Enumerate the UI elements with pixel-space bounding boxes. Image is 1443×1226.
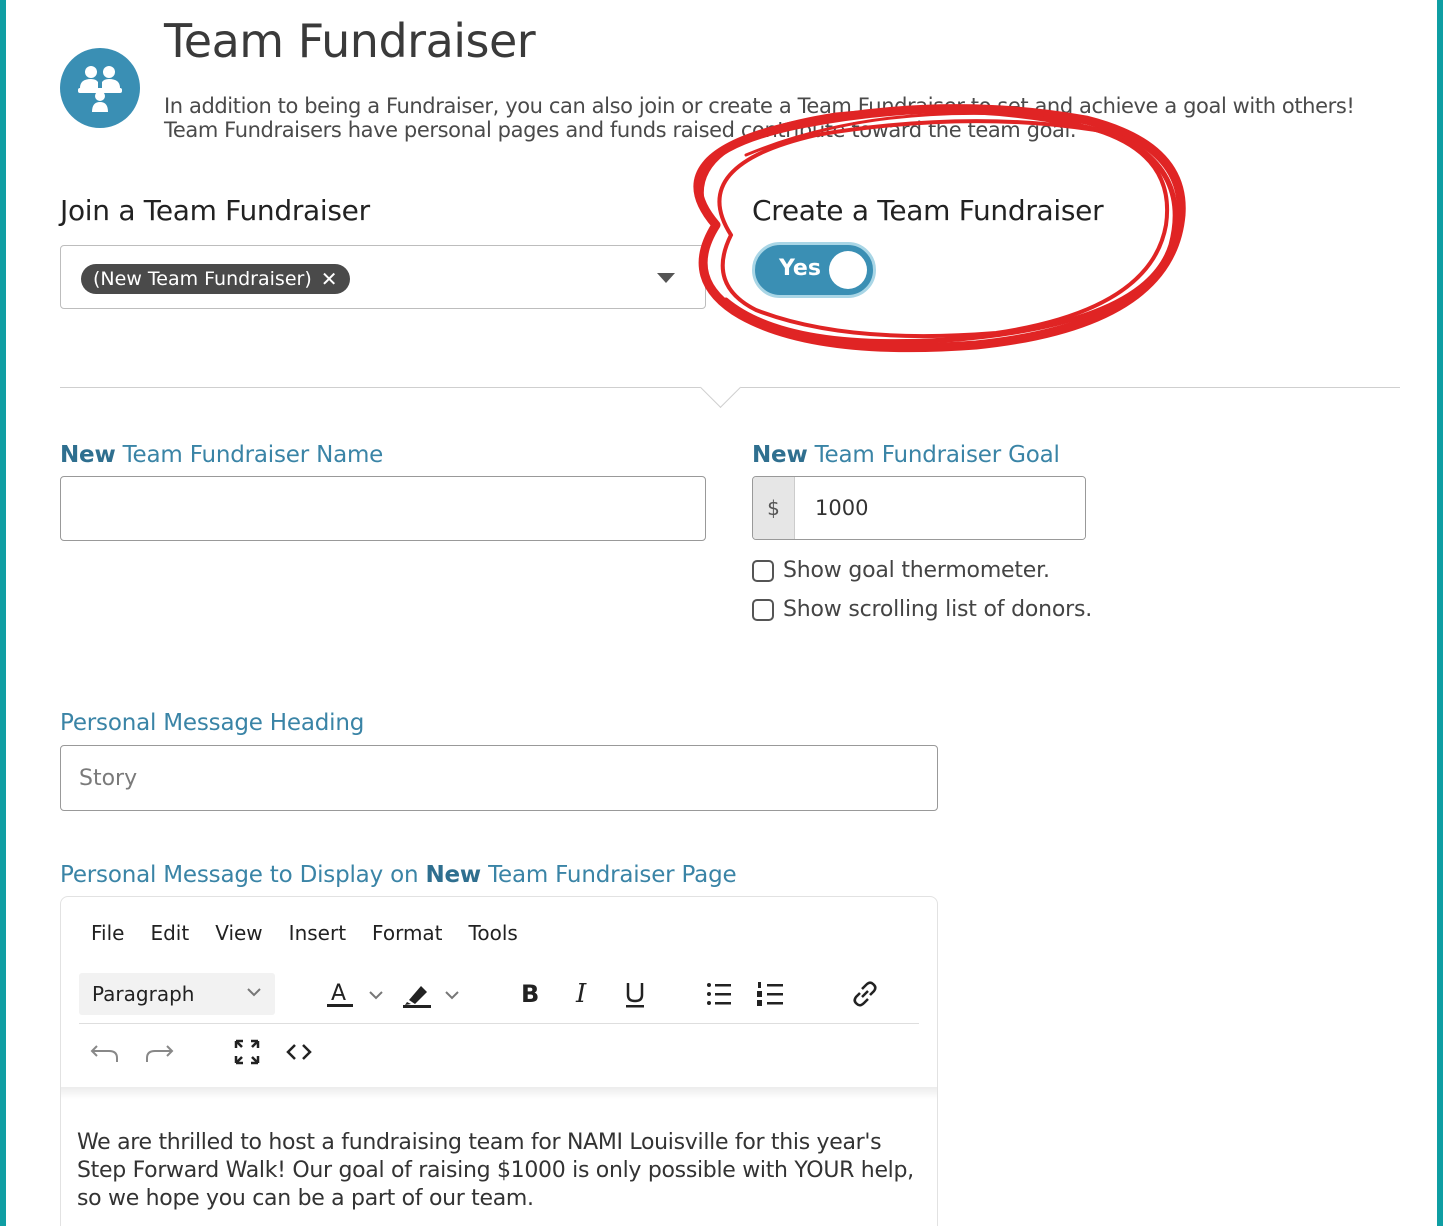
link-icon	[853, 981, 877, 1007]
menu-tools[interactable]: Tools	[469, 921, 518, 945]
label-new: New	[425, 862, 481, 888]
fullscreen-button[interactable]	[227, 1029, 267, 1075]
numbered-list-button[interactable]	[751, 971, 791, 1017]
bullet-list-icon	[707, 983, 731, 1005]
menu-edit[interactable]: Edit	[150, 921, 189, 945]
thermometer-checkbox[interactable]	[752, 559, 774, 582]
toggle-knob	[829, 251, 867, 289]
svg-text:I: I	[575, 979, 587, 1009]
remove-chip-icon[interactable]: ✕	[321, 267, 338, 291]
redo-button[interactable]	[139, 1029, 179, 1075]
label-rest: Team Fundraiser Name	[115, 442, 384, 468]
highlight-button[interactable]	[397, 971, 467, 1017]
menu-insert[interactable]: Insert	[289, 921, 346, 945]
block-format-value: Paragraph	[92, 982, 195, 1006]
intro-text: In addition to being a Fundraiser, you c…	[164, 94, 1355, 142]
italic-button[interactable]: I	[563, 971, 603, 1017]
undo-icon	[90, 1045, 118, 1062]
currency-prefix: $	[753, 477, 795, 539]
toolbar-divider	[79, 1023, 919, 1024]
chevron-down-icon[interactable]	[657, 273, 675, 283]
undo-button[interactable]	[85, 1029, 125, 1075]
svg-text:A: A	[331, 981, 346, 1006]
text-color-button[interactable]: A	[321, 971, 391, 1017]
create-team-toggle[interactable]: Yes	[752, 242, 876, 298]
chevron-down-icon	[247, 988, 261, 997]
label-start: Personal Message to Display on	[60, 862, 426, 888]
numbered-list-icon	[757, 982, 783, 1006]
editor-menubar: File Edit View Insert Format Tools	[91, 921, 544, 945]
bold-icon: B	[521, 980, 539, 1008]
code-icon	[286, 1044, 312, 1060]
block-format-select[interactable]: Paragraph	[79, 973, 275, 1015]
show-donors-option[interactable]: Show scrolling list of donors.	[752, 597, 1092, 622]
show-thermometer-option[interactable]: Show goal thermometer.	[752, 558, 1050, 583]
editor-toolbar-secondary	[79, 1029, 919, 1079]
toggle-label: Yes	[779, 256, 821, 281]
svg-text:B: B	[521, 980, 539, 1008]
editor-toolbar: Paragraph A B I	[79, 971, 919, 1021]
divider-pointer	[699, 366, 742, 409]
link-button[interactable]	[845, 971, 885, 1017]
message-heading-label: Personal Message Heading	[60, 710, 365, 736]
menu-format[interactable]: Format	[372, 921, 442, 945]
underline-button[interactable]	[615, 971, 655, 1017]
page-title: Team Fundraiser	[164, 14, 536, 68]
highlight-icon	[403, 986, 459, 1008]
italic-icon: I	[575, 979, 587, 1009]
toolbar-shadow	[61, 1087, 937, 1099]
team-name-input[interactable]	[60, 476, 706, 541]
rich-text-editor: File Edit View Insert Format Tools Parag…	[60, 896, 938, 1226]
label-new: New	[752, 442, 808, 468]
menu-file[interactable]: File	[91, 921, 124, 945]
join-team-select[interactable]: (New Team Fundraiser) ✕	[60, 245, 706, 309]
team-goal-input[interactable]	[795, 477, 1085, 539]
team-goal-label: New Team Fundraiser Goal	[752, 442, 1060, 468]
message-body-label: Personal Message to Display on New Team …	[60, 862, 737, 888]
bold-button[interactable]: B	[509, 971, 549, 1017]
label-rest: Team Fundraiser Goal	[807, 442, 1060, 468]
redo-icon	[146, 1045, 174, 1062]
fullscreen-icon	[234, 1039, 260, 1065]
label-end: Team Fundraiser Page	[480, 862, 737, 888]
page: Team Fundraiser In addition to being a F…	[6, 0, 1437, 1226]
editor-content[interactable]: We are thrilled to host a fundraising te…	[77, 1129, 917, 1213]
donors-checkbox[interactable]	[752, 598, 774, 621]
team-goal-group: $	[752, 476, 1086, 540]
selected-team-chip: (New Team Fundraiser) ✕	[81, 264, 350, 294]
chip-label: (New Team Fundraiser)	[93, 268, 312, 290]
checkbox-label: Show scrolling list of donors.	[783, 597, 1093, 622]
message-heading-input[interactable]	[60, 745, 938, 811]
team-name-label: New Team Fundraiser Name	[60, 442, 383, 468]
create-heading: Create a Team Fundraiser	[752, 194, 1104, 227]
label-new: New	[60, 442, 116, 468]
checkbox-label: Show goal thermometer.	[783, 558, 1050, 583]
underline-icon	[626, 983, 644, 1008]
team-avatar-icon	[60, 48, 140, 128]
text-color-icon: A	[327, 981, 383, 1007]
bullet-list-button[interactable]	[699, 971, 739, 1017]
join-heading: Join a Team Fundraiser	[60, 194, 370, 227]
source-code-button[interactable]	[279, 1029, 319, 1075]
menu-view[interactable]: View	[215, 921, 262, 945]
